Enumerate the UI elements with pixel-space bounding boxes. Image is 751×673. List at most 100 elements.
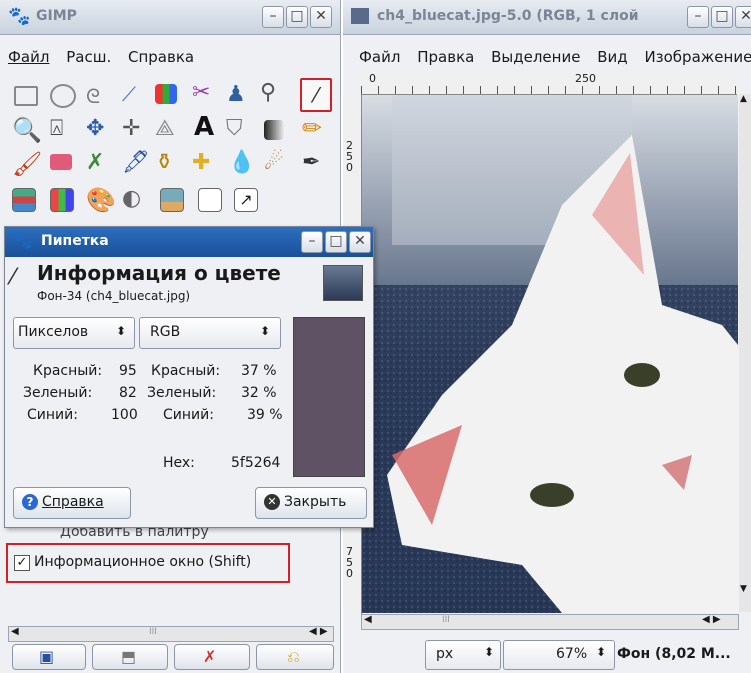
image-menu-edit[interactable]: Правка (417, 48, 474, 66)
hex-value: 5f5264 (231, 455, 281, 471)
image-hscrollbar[interactable]: ◀ III ◀ ▶ (361, 614, 739, 630)
ellipse-select-tool-icon[interactable] (50, 84, 76, 108)
close-circle-icon: ✕ (264, 494, 280, 510)
paths-tool-icon[interactable]: ⚲ (260, 80, 286, 106)
minimize-button[interactable]: – (262, 6, 284, 28)
image-menubar: Файл Правка Выделение Вид Изображение (359, 48, 751, 66)
close-dialog-button[interactable]: ✕ Закрыть (255, 487, 367, 519)
left-green-value: 82 (119, 385, 137, 401)
scroll-thumb-mark: III (149, 627, 157, 637)
scroll-right-icon[interactable]: ◀ ▶ (309, 626, 328, 637)
blend-tool-icon[interactable] (264, 120, 284, 140)
toolbox-menubar: Файл Расш. Справка (8, 48, 206, 66)
horizontal-ruler[interactable]: 0 250 (361, 72, 737, 95)
dialog-maximize-button[interactable]: □ (325, 231, 347, 253)
image-titlebar[interactable]: ch4_bluecat.jpg-5.0 (RGB, 1 слой – □ ✕ (343, 0, 751, 35)
zoom-spin-icon: ⬍ (596, 645, 607, 659)
transform-tool-icon[interactable]: ⟁ (155, 116, 181, 142)
zoom-tool-icon[interactable]: 🔍 (12, 116, 42, 144)
image-menu-image[interactable]: Изображение (644, 48, 751, 66)
status-text: Фон (8,02 М... (617, 646, 731, 662)
save-options-button[interactable]: ▣ (12, 644, 86, 670)
image-menu-file[interactable]: Файл (359, 48, 400, 66)
path-dialog-icon[interactable] (12, 188, 36, 212)
dialog-minimize-button[interactable]: – (301, 231, 323, 253)
left-blue-label: Синий: (27, 407, 78, 423)
image-menu-select[interactable]: Выделение (491, 48, 580, 66)
left-red-value: 95 (119, 363, 137, 379)
toolbox-hscrollbar[interactable]: ◀ III ◀ ▶ (8, 626, 334, 642)
image-menu-view[interactable]: Вид (597, 48, 627, 66)
zoom-value: 67% (556, 646, 588, 662)
image-canvas[interactable] (362, 95, 738, 613)
palette-icon[interactable]: 🎨 (86, 186, 116, 214)
lasso-tool-icon[interactable]: ᘓ (86, 84, 112, 110)
vscroll-down-icon[interactable]: ▼ (740, 584, 747, 594)
image-vscrollbar[interactable]: ▲ ▼ (739, 94, 751, 612)
color-balance-icon[interactable]: ◐ (122, 186, 148, 212)
align-tool-icon[interactable]: ✛ (122, 116, 148, 142)
help-button[interactable]: ? Справка (13, 487, 131, 519)
image-thumbnail (323, 265, 363, 301)
menu-extensions[interactable]: Расш. (66, 48, 111, 66)
dodge-tool-icon[interactable]: ✒ (302, 150, 328, 176)
fuzzy-select-tool-icon[interactable]: ⟋ (122, 82, 148, 108)
measure-tool-icon[interactable]: ⍓ (50, 116, 76, 142)
heal-tool-icon[interactable]: ✚ (192, 150, 218, 176)
right-green-label: Зеленый: (147, 385, 217, 401)
curves-icon[interactable]: ↗ (234, 188, 258, 212)
close-button[interactable]: ✕ (310, 6, 332, 28)
color-select-tool-icon[interactable] (155, 84, 177, 104)
blur-tool-icon[interactable]: 💧 (228, 150, 255, 176)
paintbrush-tool-icon[interactable]: 🖌 (12, 150, 42, 178)
pencil-tool-icon[interactable]: ✏ (302, 114, 328, 142)
histogram-icon[interactable] (198, 188, 222, 212)
right-blue-label: Синий: (163, 407, 214, 423)
image-maximize-button[interactable]: □ (711, 6, 733, 28)
delete-options-button[interactable]: ✗ (174, 644, 250, 670)
text-tool-icon[interactable]: A (194, 112, 220, 142)
bucket-fill-tool-icon[interactable]: ⛉ (226, 116, 252, 142)
maximize-button[interactable]: □ (286, 6, 308, 28)
delete-icon: ✗ (203, 647, 217, 666)
foreground-select-tool-icon[interactable]: ♟ (226, 82, 252, 108)
image-close-button[interactable]: ✕ (735, 6, 751, 28)
right-green-value: 32 % (241, 385, 277, 401)
rect-select-tool-icon[interactable] (14, 86, 38, 106)
move-tool-icon[interactable]: ✥ (86, 116, 112, 142)
toolbox-titlebar[interactable]: 🐾 GIMP – □ ✕ (0, 0, 340, 35)
vscroll-up-icon[interactable]: ▲ (740, 94, 747, 104)
unit-select[interactable]: px ⬍ (425, 640, 501, 670)
right-mode-select[interactable]: RGB ⬍ (139, 317, 281, 349)
smudge-tool-icon[interactable]: ☄ (264, 150, 290, 176)
dialog-logo-icon: 🐾 (13, 231, 33, 250)
left-mode-select[interactable]: Пикселов ⬍ (13, 317, 135, 349)
image-icon[interactable] (160, 188, 184, 212)
dialog-titlebar[interactable]: 🐾 Пипетка – □ ✕ (5, 227, 373, 257)
image-thumb-icon (351, 8, 369, 24)
color-picker-dialog: 🐾 Пипетка – □ ✕ ⁄ Информация о цвете Фон… (4, 226, 374, 528)
clone-tool-icon[interactable]: ⚱ (155, 150, 181, 176)
ruler-ticks (361, 86, 737, 94)
menu-file[interactable]: Файл (8, 48, 49, 66)
menu-help[interactable]: Справка (128, 48, 194, 66)
eraser-tool-icon[interactable] (50, 154, 72, 170)
levels-icon[interactable] (50, 188, 74, 212)
reset-options-button[interactable]: ⎌ (256, 644, 334, 670)
toolbox-title: GIMP (36, 8, 77, 24)
scroll-left-icon[interactable]: ◀ (11, 626, 19, 637)
restore-options-button[interactable]: ⬒ (92, 644, 168, 670)
scissors-tool-icon[interactable]: ✂ (192, 80, 218, 106)
zoom-select[interactable]: 67% ⬍ (503, 640, 615, 670)
right-red-label: Красный: (151, 363, 221, 379)
image-title: ch4_bluecat.jpg-5.0 (RGB, 1 слой (377, 8, 639, 24)
info-window-checkbox[interactable]: ✓ (14, 555, 30, 571)
ink-tool-icon[interactable]: 🖋 (122, 150, 150, 176)
hscroll-left-icon[interactable]: ◀ (364, 614, 372, 625)
image-minimize-button[interactable]: – (687, 6, 709, 28)
color-picker-tool-icon[interactable]: ⁄ (300, 78, 332, 112)
cat-photo (362, 95, 738, 613)
dialog-close-icon[interactable]: ✕ (349, 231, 371, 253)
airbrush-tool-icon[interactable]: ✗ (86, 150, 112, 176)
hscroll-right-icon[interactable]: ◀ ▶ (702, 614, 721, 625)
